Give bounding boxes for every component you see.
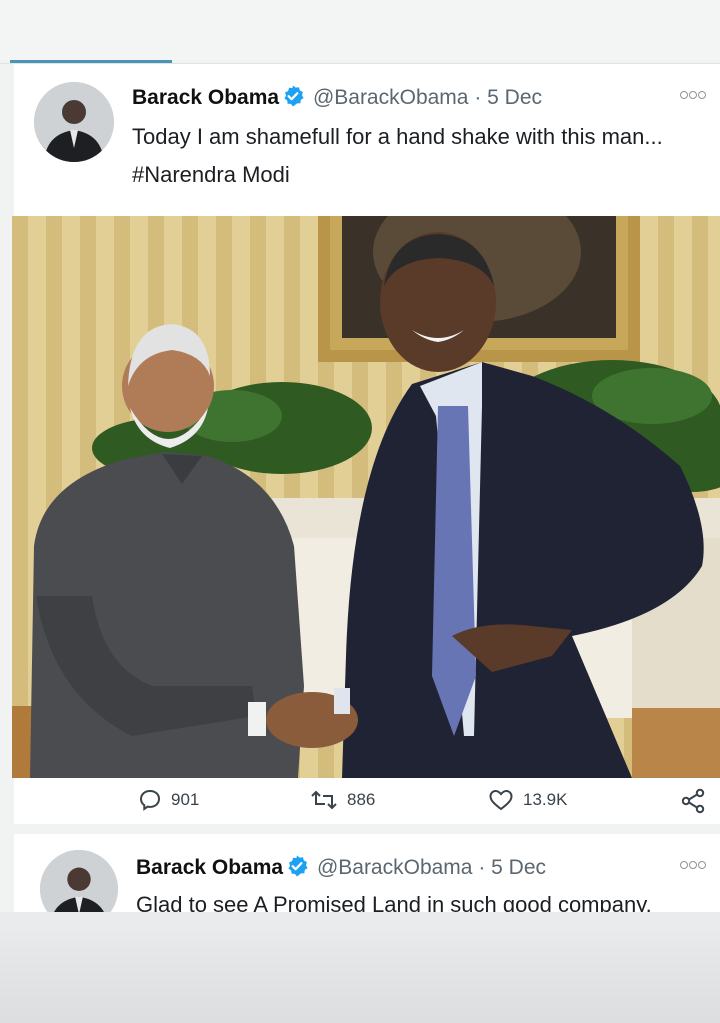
tweet-card[interactable]: Barack Obama @BarackObama · 5 Dec Today … — [14, 64, 720, 216]
retweet-count: 886 — [347, 790, 376, 809]
author-name[interactable]: Barack Obama — [136, 856, 283, 879]
tweet-date[interactable]: 5 Dec — [491, 856, 546, 879]
tweet-actions: 901 886 13.9K — [14, 778, 720, 824]
avatar[interactable] — [34, 82, 114, 162]
reply-count: 901 — [171, 790, 200, 809]
tweet-photo[interactable] — [12, 216, 720, 778]
like-icon — [489, 789, 513, 811]
share-button[interactable] — [680, 788, 706, 814]
separator-dot: · — [478, 856, 486, 879]
verified-icon — [288, 855, 308, 877]
tweet-card[interactable]: Barack Obama @BarackObama · 5 Dec Glad t… — [14, 834, 720, 928]
more-options-icon[interactable] — [679, 858, 706, 872]
tweet-header: Barack Obama @BarackObama · 5 Dec — [136, 854, 546, 880]
author-handle[interactable]: @BarackObama — [313, 86, 469, 109]
tweet-date[interactable]: 5 Dec — [487, 86, 542, 109]
retweet-button[interactable]: 886 — [310, 788, 375, 812]
more-options-icon[interactable] — [679, 88, 706, 102]
like-count: 13.9K — [523, 790, 568, 809]
tweet-text: Today I am shamefull for a hand shake wi… — [132, 124, 663, 187]
author-handle[interactable]: @BarackObama — [317, 856, 473, 879]
bottom-fade — [0, 930, 720, 1023]
verified-icon — [284, 85, 304, 107]
like-button[interactable]: 13.9K — [488, 788, 567, 812]
retweet-icon — [311, 790, 337, 810]
tweet-header: Barack Obama @BarackObama · 5 Dec — [132, 84, 542, 110]
author-name[interactable]: Barack Obama — [132, 86, 279, 109]
top-bar — [0, 0, 720, 60]
reply-button[interactable]: 901 — [138, 788, 199, 812]
share-icon — [681, 788, 705, 814]
separator-dot: · — [474, 86, 482, 109]
reply-icon — [139, 789, 161, 811]
